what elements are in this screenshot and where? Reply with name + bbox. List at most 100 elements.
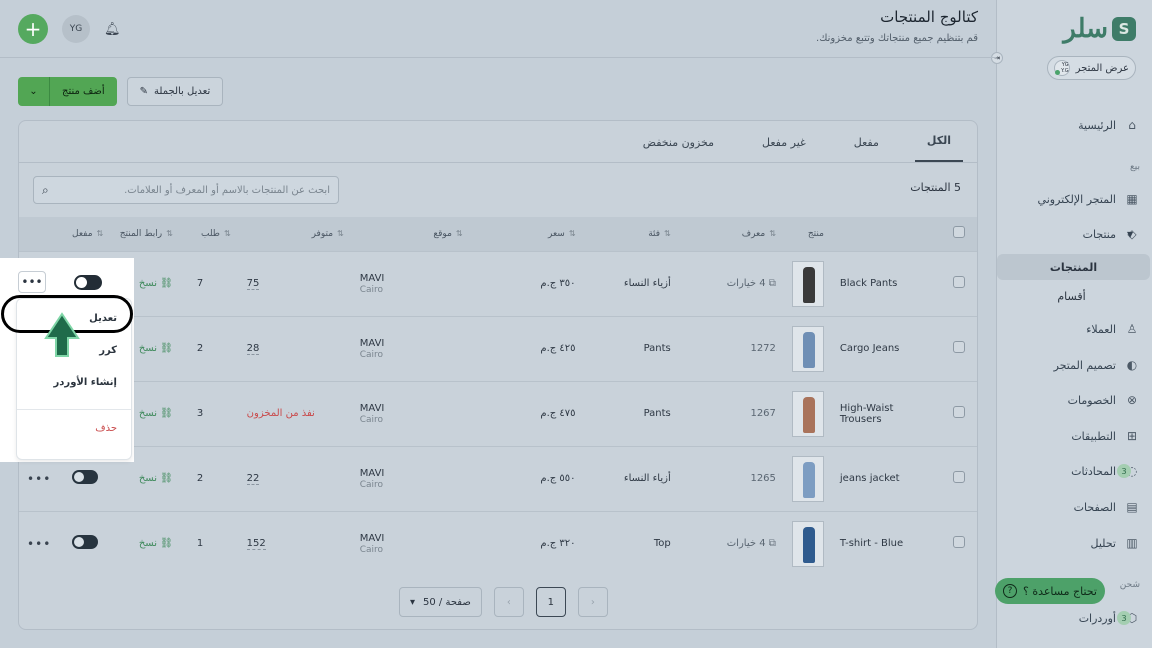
more-options-button[interactable]: ••• [18, 271, 46, 293]
row-checkbox[interactable] [953, 406, 966, 418]
location-name: MAVI [359, 337, 385, 349]
sidebar-item-pages[interactable]: ▤ الصفحات [997, 494, 1152, 520]
sidebar-sub-categories[interactable]: أقسام [997, 283, 1146, 309]
product-thumbnail[interactable] [791, 325, 824, 372]
avatar[interactable]: YG [62, 15, 90, 43]
product-name[interactable]: High-Waist Trousers [840, 403, 933, 425]
product-thumbnail[interactable] [791, 520, 824, 567]
row-checkbox[interactable] [953, 341, 966, 353]
palette-icon: ◐ [1126, 358, 1138, 372]
main-content: كتالوج المنتجات قم بتنظيم جميع منتجاتك و… [0, 0, 996, 648]
link-icon: ⛓︎ [156, 538, 173, 550]
help-button[interactable]: تحتاج مساعدة ؟? [995, 578, 1105, 604]
page-size-label: 50 / صفحة [423, 596, 471, 608]
location-name: MAVI [359, 272, 385, 284]
chevron-down-icon[interactable]: ⌄ [18, 77, 50, 106]
sort-icon[interactable]: ⇅ [569, 229, 576, 238]
stock-value[interactable]: 22 [246, 473, 260, 485]
sort-icon[interactable]: ⇅ [166, 229, 173, 238]
sort-icon[interactable]: ⇅ [769, 229, 776, 238]
add-product-button[interactable]: ⌄ أضف منتج [18, 77, 117, 106]
tab-low-stock[interactable]: مخزون منخفض [631, 121, 726, 163]
tab-inactive[interactable]: غير مفعل [750, 121, 818, 163]
menu-item-delete[interactable]: حذف [95, 423, 117, 434]
tab-all[interactable]: الكل [914, 121, 963, 163]
sidebar-item-discounts[interactable]: ⊗ الخصومات [997, 387, 1152, 413]
bulk-edit-button[interactable]: تعديل بالجملة ✎ [126, 77, 224, 106]
more-options-button[interactable]: ••• [27, 537, 51, 551]
product-name[interactable]: Cargo Jeans [840, 343, 899, 354]
view-store-label: عرض المتجر [1075, 62, 1129, 74]
copy-link-button[interactable]: ⛓︎ نسخ [139, 343, 173, 354]
row-checkbox[interactable] [953, 471, 966, 483]
sidebar-item-products[interactable]: ◇ منتجات ▼ [997, 221, 1152, 247]
copy-link-button[interactable]: ⛓︎ نسخ [139, 408, 173, 419]
stock-value[interactable]: 75 [246, 278, 260, 290]
table-row[interactable]: High-Waist Trousers 1267 Pants ٤٧٥ ج.م MAVI C… [19, 380, 977, 446]
sidebar-item-design[interactable]: ◐ تصميم المتجر [997, 352, 1152, 378]
table-row[interactable]: jeans jacket 1265 أزياء النساء ٥٥٠ ج.م MAVI C… [19, 445, 977, 511]
prev-page-button[interactable]: ‹ [493, 587, 524, 617]
search-input[interactable]: ابحث عن المنتجات بالاسم أو المعرف أو الع… [33, 176, 339, 204]
select-all-checkbox[interactable] [953, 226, 966, 239]
active-toggle[interactable] [72, 470, 99, 484]
row-checkbox[interactable] [953, 276, 966, 288]
product-category: أزياء النساء [623, 278, 671, 289]
sort-icon[interactable]: ⇅ [224, 229, 231, 238]
more-options-button[interactable]: ••• [27, 472, 51, 486]
menu-item-create-order[interactable]: إنشاء الأوردر [54, 377, 117, 388]
sidebar-item-customers[interactable]: ♙ العملاء [997, 316, 1152, 342]
table-row[interactable]: T-shirt - Blue ⧉ 4 خيارات Top ٣٢٠ ج.م MAVI Ca… [19, 510, 977, 576]
bell-icon[interactable]: 🔔︎ [104, 22, 121, 37]
active-toggle[interactable] [72, 535, 99, 550]
product-category: Pants [643, 343, 671, 354]
col-orders: طلب [200, 228, 220, 239]
product-price: ٥٥٠ ج.م [540, 473, 576, 484]
logo[interactable]: S سلر [1063, 14, 1136, 44]
sort-icon[interactable]: ⇅ [337, 229, 344, 238]
col-location: موقع [433, 228, 452, 239]
view-store-button[interactable]: عرض المتجر YG Y.G [1046, 56, 1136, 80]
product-name[interactable]: jeans jacket [840, 473, 900, 484]
sort-icon[interactable]: ⇅ [456, 229, 463, 238]
quick-add-button[interactable]: + [18, 14, 48, 44]
sidebar-item-home[interactable]: ⌂ الرئيسية [997, 112, 1152, 138]
tab-active[interactable]: مفعل [842, 121, 891, 163]
stock-value[interactable]: 152 [246, 538, 266, 551]
sidebar-sub-products[interactable]: المنتجات [997, 254, 1150, 280]
active-toggle[interactable] [74, 275, 102, 290]
location-city: Cairo [359, 414, 384, 425]
copy-link-button[interactable]: ⛓︎ نسخ [139, 473, 173, 484]
product-thumbnail[interactable] [791, 260, 824, 307]
product-name[interactable]: Black Pants [840, 278, 897, 289]
table-row[interactable]: Black Pants ⧉ 4 خيارات أزياء النساء ٣٥٠ ج.م… [19, 250, 977, 316]
copy-link-label: نسخ [138, 538, 157, 550]
product-thumbnail[interactable] [791, 455, 824, 502]
sidebar-item-orders[interactable]: ⬡ أوردرات 3 [997, 605, 1152, 631]
sort-icon[interactable]: ⇅ [97, 229, 104, 238]
page-1-button[interactable]: 1 [535, 587, 566, 617]
sidebar-item-online-store[interactable]: ▦ المتجر الإلكتروني [997, 186, 1152, 212]
bulk-edit-label: تعديل بالجملة [154, 86, 211, 97]
col-product: منتج [807, 228, 824, 239]
page-size-select[interactable]: ▾ 50 / صفحة [399, 587, 482, 617]
copy-link-label: نسخ [138, 473, 157, 484]
product-name[interactable]: T-shirt - Blue [840, 538, 903, 549]
sidebar-item-chats[interactable]: ◌ المحادثات 3 [997, 458, 1152, 484]
copy-link-button[interactable]: ⛓︎ نسخ [139, 538, 173, 549]
sidebar-item-label: التطبيقات [1071, 429, 1116, 443]
row-actions-popup: ••• تعديل كرر إنشاء الأوردر حذف [0, 258, 134, 462]
copy-link-button[interactable]: ⛓︎ نسخ [139, 278, 173, 289]
table-row[interactable]: Cargo Jeans 1272 Pants ٤٢٥ ج.م MAVI Cairo 28 2 ⛓… [19, 315, 977, 381]
sidebar-item-analytics[interactable]: ▥ تحليل [997, 530, 1152, 556]
stock-value[interactable]: 28 [246, 343, 260, 355]
col-active: مفعل [72, 228, 93, 239]
row-checkbox[interactable] [953, 536, 966, 549]
next-page-button[interactable]: › [577, 587, 608, 617]
product-thumbnail[interactable] [791, 390, 824, 437]
sidebar-item-apps[interactable]: ⊞ التطبيقات [997, 423, 1152, 449]
stock-value[interactable]: نفذ من المخزون [247, 408, 315, 419]
sort-icon[interactable]: ⇅ [664, 229, 671, 238]
menu-item-duplicate[interactable]: كرر [99, 345, 117, 356]
sidebar-item-label: الصفحات [1073, 500, 1116, 514]
